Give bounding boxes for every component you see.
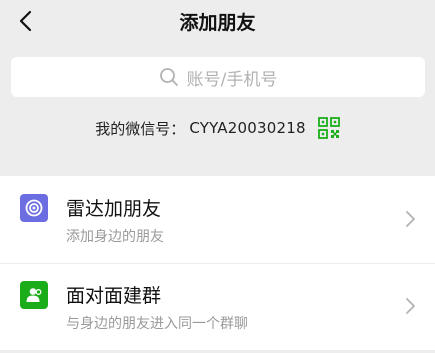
- chevron-right-icon: [405, 296, 417, 316]
- qr-code-icon[interactable]: [317, 117, 340, 139]
- my-id-value: CYYA20030218: [189, 119, 306, 137]
- radar-icon: [20, 194, 48, 222]
- face-to-face-group-item[interactable]: 面对面建群 与身边的朋友进入同一个群聊: [0, 263, 435, 350]
- page-title: 添加朋友: [179, 12, 256, 34]
- add-friend-options: 雷达加朋友 添加身边的朋友 面对面建群 与身边的朋友进入同一个群聊: [0, 176, 435, 350]
- list-item-subtitle: 与身边的朋友进入同一个群聊: [66, 316, 248, 332]
- list-item-title: 雷达加朋友: [66, 198, 162, 220]
- radar-add-friends-item[interactable]: 雷达加朋友 添加身边的朋友: [0, 176, 435, 263]
- my-wechat-id: 我的微信号： CYYA20030218: [0, 115, 435, 141]
- face-to-face-group-icon: [20, 281, 48, 309]
- search-placeholder: 账号/手机号: [186, 69, 278, 90]
- search-input[interactable]: 账号/手机号: [11, 57, 425, 97]
- search-icon: [159, 67, 179, 87]
- list-item-subtitle: 添加身边的朋友: [66, 229, 164, 245]
- list-item-title: 面对面建群: [66, 285, 162, 307]
- chevron-right-icon: [405, 209, 417, 229]
- my-id-label: 我的微信号：: [95, 119, 186, 138]
- navigation-bar: 添加朋友: [0, 0, 435, 44]
